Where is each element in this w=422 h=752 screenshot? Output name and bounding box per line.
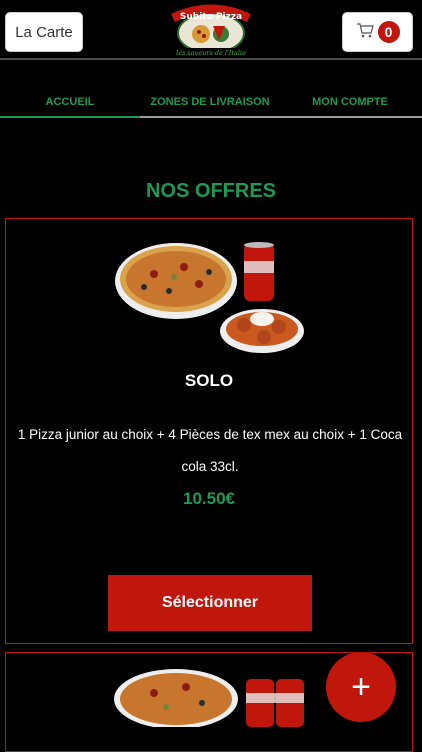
- offer-card: SOLO 1 Pizza junior au choix + 4 Pièces …: [5, 218, 413, 644]
- add-button[interactable]: +: [326, 652, 396, 722]
- cart-icon: [356, 22, 374, 43]
- tab-mon-compte[interactable]: MON COMPTE: [280, 96, 420, 108]
- offer-image: [114, 239, 304, 354]
- tab-divider: [140, 116, 422, 118]
- logo-title: Subito Pizza: [180, 12, 242, 22]
- offer-price: 10.50€: [183, 489, 235, 508]
- logo-subtitle: les saveurs de l'Italie: [176, 49, 246, 57]
- tab-zones-de-livraison[interactable]: ZONES DE LIVRAISON: [140, 96, 280, 108]
- cart-count-badge: 0: [377, 21, 400, 43]
- select-button[interactable]: Sélectionner: [108, 575, 312, 631]
- tab-accueil[interactable]: ACCUEIL: [0, 96, 140, 108]
- section-title: NOS OFFRES: [145, 180, 276, 202]
- tab-active-indicator: [0, 116, 140, 118]
- top-bar: La Carte Subito Pizza les saveurs de l'I…: [0, 0, 422, 60]
- offer-description: 1 Pizza junior au choix + 4 Pièces de te…: [17, 427, 403, 474]
- offer-title: SOLO: [184, 371, 234, 390]
- offer-image: [114, 667, 310, 729]
- menu-button[interactable]: La Carte: [5, 12, 83, 52]
- cart-button[interactable]: 0: [342, 12, 413, 52]
- nav-tabs: ACCUEIL ZONES DE LIVRAISON MON COMPTE: [0, 96, 422, 118]
- logo: Subito Pizza les saveurs de l'Italie: [163, 4, 259, 58]
